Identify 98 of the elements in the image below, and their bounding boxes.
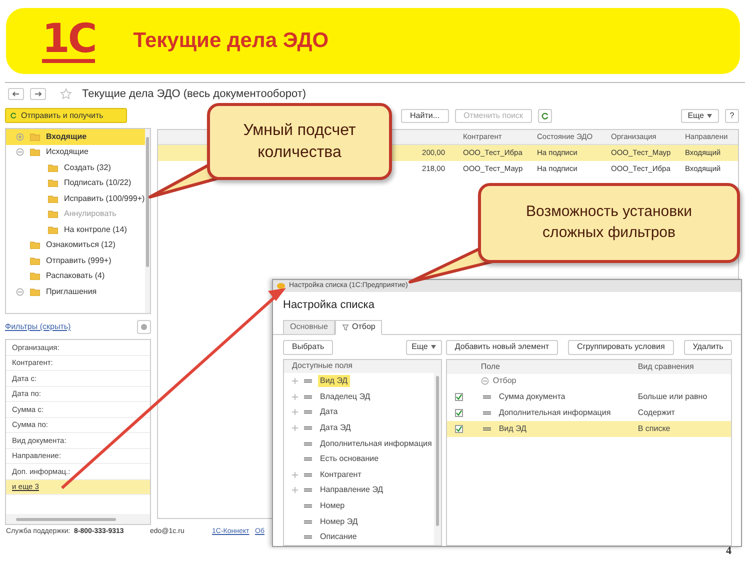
folder-item[interactable]: На контроле (14) bbox=[64, 224, 127, 236]
expand-icon[interactable] bbox=[16, 132, 24, 141]
callout-text: Возможность установки сложных фильтров bbox=[525, 202, 693, 243]
back-arrow-icon bbox=[12, 91, 20, 97]
field-icon bbox=[304, 472, 312, 477]
back-button[interactable] bbox=[8, 88, 24, 100]
toolbar-button[interactable]: Добавить новый элемент bbox=[446, 340, 558, 354]
tab[interactable]: Основные bbox=[283, 320, 335, 334]
folder-item[interactable]: Распаковать (4) bbox=[46, 270, 105, 282]
field-icon bbox=[482, 426, 491, 431]
collapse-icon[interactable] bbox=[16, 288, 24, 296]
window-title: Текущие дела ЭДО (весь документооборот) bbox=[82, 86, 306, 102]
folder-item[interactable]: Исходящие bbox=[46, 146, 88, 158]
field-item[interactable]: Направление ЭД bbox=[318, 484, 386, 496]
filters-link[interactable]: Фильтры (скрыть) bbox=[5, 321, 71, 333]
check-icon bbox=[456, 426, 462, 432]
settings-icon bbox=[140, 323, 148, 331]
field-icon bbox=[304, 488, 312, 492]
folder-item[interactable]: Приглашения bbox=[46, 286, 97, 298]
condition-comparison: В списке bbox=[636, 422, 670, 435]
caret-icon bbox=[707, 114, 712, 118]
condition-row[interactable]: Сумма документа Больше или равно bbox=[446, 389, 732, 406]
group-label: Отбор bbox=[492, 375, 516, 388]
refresh-button[interactable] bbox=[538, 108, 552, 122]
scrollbar[interactable] bbox=[146, 137, 149, 267]
field-icon bbox=[304, 442, 312, 446]
field-icon bbox=[304, 520, 312, 524]
field-icon bbox=[304, 457, 312, 462]
collapse-icon[interactable] bbox=[16, 148, 24, 156]
caret-icon bbox=[430, 345, 436, 349]
expand-icon[interactable] bbox=[292, 409, 298, 416]
field-item[interactable]: Дата bbox=[318, 406, 340, 418]
folder-item[interactable]: Отправить (999+) bbox=[46, 254, 112, 267]
expand-icon[interactable] bbox=[292, 378, 298, 384]
field-item[interactable]: Номер ЭД bbox=[318, 516, 360, 528]
column-header: Доступные поля bbox=[292, 360, 352, 372]
check-icon bbox=[456, 394, 462, 400]
choose-button[interactable]: Выбрать bbox=[283, 340, 334, 354]
field-icon bbox=[304, 379, 312, 384]
field-item[interactable]: Есть основание bbox=[318, 453, 381, 466]
field-item[interactable]: Номер bbox=[318, 500, 347, 512]
folder-item[interactable]: Подписать (10/22) bbox=[64, 177, 132, 190]
refresh-icon bbox=[10, 112, 17, 119]
expand-icon[interactable] bbox=[292, 487, 298, 494]
condition-row[interactable]: Вид ЭД В списке bbox=[446, 420, 732, 437]
slide-title: Текущие дела ЭДО bbox=[133, 28, 329, 54]
field-item[interactable]: Описание bbox=[318, 531, 359, 544]
scrollbar[interactable] bbox=[16, 518, 116, 520]
check-icon bbox=[456, 410, 462, 416]
forward-arrow-icon bbox=[34, 91, 42, 97]
field-icon bbox=[304, 426, 312, 430]
column-header: Вид сравнения bbox=[636, 360, 694, 372]
expand-icon[interactable] bbox=[292, 424, 298, 431]
field-icon bbox=[304, 410, 312, 414]
star-icon[interactable] bbox=[60, 88, 72, 100]
checkbox[interactable] bbox=[454, 424, 463, 433]
field-item[interactable]: Вид ЭД bbox=[318, 375, 350, 388]
condition-field: Сумма документа bbox=[498, 391, 634, 404]
checkbox[interactable] bbox=[454, 408, 463, 417]
field-icon bbox=[304, 394, 312, 399]
app-icon bbox=[277, 283, 285, 289]
condition-row[interactable]: Дополнительная информация Содержит bbox=[446, 405, 732, 421]
field-item[interactable]: Дата ЭД bbox=[318, 422, 353, 434]
refresh-icon bbox=[541, 112, 550, 120]
more-button[interactable]: Еще bbox=[680, 108, 719, 122]
page-number: 4 bbox=[726, 544, 732, 559]
more-button[interactable]: Еще bbox=[406, 340, 442, 354]
field-icon bbox=[304, 535, 312, 540]
scrollbar[interactable] bbox=[436, 376, 439, 526]
condition-field: Вид ЭД bbox=[498, 422, 634, 435]
checkbox[interactable] bbox=[454, 393, 463, 402]
logo: 1С bbox=[42, 19, 96, 63]
folder-item[interactable]: Исправить (100/999+) bbox=[64, 192, 145, 205]
expand-icon[interactable] bbox=[292, 394, 298, 400]
field-icon bbox=[482, 395, 491, 400]
folder-item[interactable]: Создать (32) bbox=[64, 162, 111, 174]
help-button[interactable]: ? bbox=[725, 108, 739, 122]
expand-icon[interactable] bbox=[292, 472, 298, 478]
dialog-heading: Настройка списка bbox=[282, 298, 376, 313]
condition-comparison: Больше или равно bbox=[636, 391, 708, 404]
toolbar-button[interactable]: Найти... bbox=[401, 108, 448, 122]
collapse-icon[interactable] bbox=[480, 377, 489, 386]
toolbar-button[interactable]: Сгруппировать условия bbox=[568, 340, 674, 354]
tab[interactable]: Отбор bbox=[334, 320, 382, 334]
settings-button[interactable] bbox=[137, 320, 151, 334]
send-receive-button[interactable]: Отправить и получить bbox=[5, 108, 127, 123]
field-icon bbox=[482, 410, 491, 415]
field-item[interactable]: Контрагент bbox=[318, 468, 364, 481]
forward-button[interactable] bbox=[30, 88, 46, 100]
condition-field: Дополнительная информация bbox=[498, 406, 634, 419]
field-item[interactable]: Владелец ЭД bbox=[318, 390, 372, 403]
field-icon bbox=[304, 504, 312, 508]
filter-icon bbox=[342, 324, 349, 330]
toolbar-button[interactable]: Удалить bbox=[684, 340, 732, 354]
column-header: Поле bbox=[480, 360, 501, 372]
folder-item[interactable]: Ознакомиться (12) bbox=[46, 239, 116, 252]
field-item[interactable]: Дополнительная информация bbox=[318, 438, 434, 450]
condition-comparison: Содержит bbox=[636, 406, 675, 419]
